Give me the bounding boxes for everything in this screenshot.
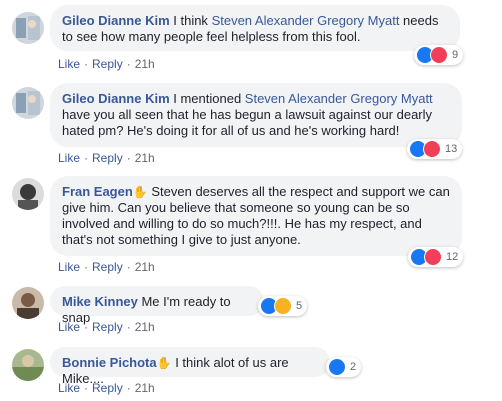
- reply-link[interactable]: Reply: [92, 381, 123, 395]
- comment-actions: Like · Reply · 21h: [58, 57, 155, 71]
- comment-author[interactable]: Fran Eagen: [62, 184, 133, 199]
- avatar[interactable]: [12, 12, 44, 44]
- avatar[interactable]: [12, 87, 44, 119]
- avatar[interactable]: [12, 349, 44, 381]
- comment-actions: Like · Reply · 21h: [58, 260, 155, 274]
- wave-emoji: ✋: [132, 185, 148, 199]
- like-link[interactable]: Like: [58, 260, 80, 274]
- love-icon: [430, 46, 448, 64]
- avatar-image: [12, 87, 44, 119]
- comment-bubble: Fran Eagen✋ Steven deserves all the resp…: [50, 176, 462, 256]
- like-link[interactable]: Like: [58, 151, 80, 165]
- reaction-count: 5: [296, 300, 303, 312]
- love-icon: [423, 140, 441, 158]
- comment-bubble: Bonnie Pichota✋ I think alot of us are M…: [50, 347, 330, 386]
- reaction-summary[interactable]: 9: [414, 45, 464, 65]
- comment-bubble: Gileo Dianne Kim I think Steven Alexande…: [50, 5, 460, 51]
- reply-link[interactable]: Reply: [92, 260, 123, 274]
- avatar-image: [12, 349, 44, 381]
- comment-text: I think: [169, 13, 212, 28]
- comment-author[interactable]: Bonnie Pichota: [62, 355, 157, 370]
- reaction-count: 2: [350, 361, 357, 373]
- like-link[interactable]: Like: [58, 57, 80, 71]
- separator: ·: [84, 320, 89, 334]
- avatar[interactable]: [12, 178, 44, 210]
- timestamp[interactable]: 21h: [135, 320, 155, 334]
- reply-link[interactable]: Reply: [92, 151, 123, 165]
- separator: ·: [126, 320, 131, 334]
- comment-author[interactable]: Gileo Dianne Kim: [62, 91, 170, 106]
- separator: ·: [84, 151, 89, 165]
- like-icon: [328, 358, 346, 376]
- separator: ·: [126, 151, 131, 165]
- reaction-count: 13: [445, 143, 458, 155]
- separator: ·: [84, 57, 89, 71]
- separator: ·: [126, 260, 131, 274]
- separator: ·: [126, 57, 131, 71]
- like-link[interactable]: Like: [58, 320, 80, 334]
- mention-link[interactable]: Steven Alexander Gregory Myatt: [212, 13, 400, 28]
- avatar-image: [12, 178, 44, 210]
- avatar[interactable]: [12, 287, 44, 319]
- comment-actions: Like · Reply · 21h: [58, 381, 155, 395]
- separator: ·: [84, 381, 89, 395]
- comment-actions: Like · Reply · 21h: [58, 151, 155, 165]
- reaction-summary[interactable]: 13: [407, 139, 463, 159]
- separator: ·: [84, 260, 89, 274]
- like-link[interactable]: Like: [58, 381, 80, 395]
- avatar-image: [12, 287, 44, 319]
- reply-link[interactable]: Reply: [92, 320, 123, 334]
- timestamp[interactable]: 21h: [135, 151, 155, 165]
- reaction-summary[interactable]: 12: [408, 247, 464, 267]
- sad-icon: [274, 297, 292, 315]
- comment-text: have you all seen that he has begun a la…: [62, 107, 433, 138]
- timestamp[interactable]: 21h: [135, 260, 155, 274]
- comment-text: I mentioned: [169, 91, 245, 106]
- timestamp[interactable]: 21h: [135, 57, 155, 71]
- reaction-summary[interactable]: 2: [326, 357, 362, 377]
- avatar-image: [12, 12, 44, 44]
- reaction-summary[interactable]: 5: [258, 296, 308, 316]
- timestamp[interactable]: 21h: [135, 381, 155, 395]
- reaction-count: 9: [452, 49, 459, 61]
- wave-emoji: ✋: [156, 356, 172, 370]
- comment-bubble: Gileo Dianne Kim I mentioned Steven Alex…: [50, 83, 462, 147]
- comment-author[interactable]: Gileo Dianne Kim: [62, 13, 170, 28]
- separator: ·: [126, 381, 131, 395]
- reaction-count: 12: [446, 251, 459, 263]
- love-icon: [424, 248, 442, 266]
- comment-actions: Like · Reply · 21h: [58, 320, 155, 334]
- comment-author[interactable]: Mike Kinney: [62, 294, 138, 309]
- mention-link[interactable]: Steven Alexander Gregory Myatt: [245, 91, 433, 106]
- reply-link[interactable]: Reply: [92, 57, 123, 71]
- comment-bubble: Mike Kinney Me I'm ready to snap: [50, 286, 264, 325]
